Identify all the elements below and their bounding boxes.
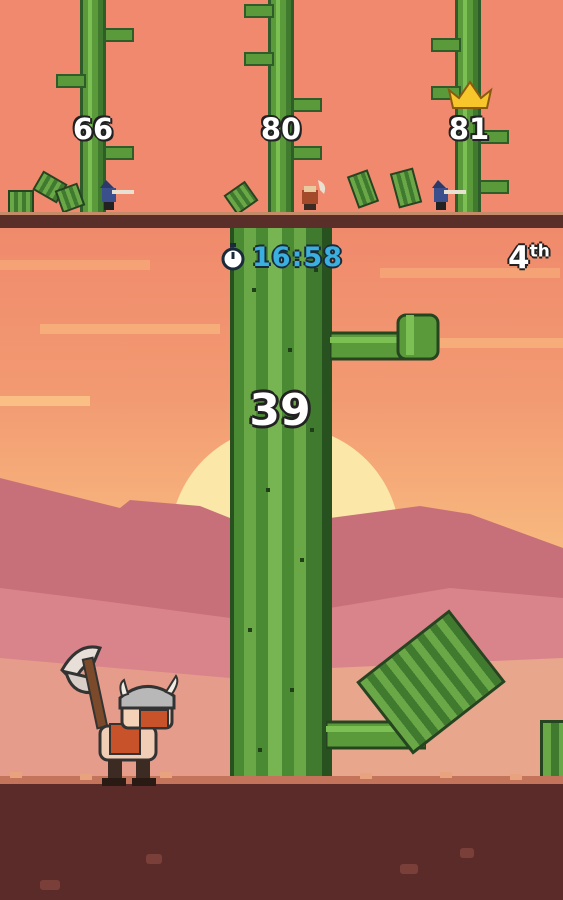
opponent-3-score: 81 bbox=[448, 112, 490, 146]
race-timer: 16:58 bbox=[220, 240, 343, 274]
cactus-chunk bbox=[346, 169, 380, 209]
opponent-2-branch bbox=[292, 98, 322, 112]
opponent-2-branch bbox=[292, 146, 322, 160]
sky-stripe bbox=[0, 260, 150, 270]
cactus-chunk bbox=[389, 167, 423, 209]
timer-value: 16:58 bbox=[252, 241, 343, 273]
cactus-chunk bbox=[223, 180, 259, 216]
crown-icon bbox=[447, 80, 493, 109]
player-rank: 4th bbox=[508, 240, 550, 276]
opponent-3-character bbox=[432, 180, 466, 210]
opponents-panel: 66 80 81 bbox=[0, 0, 563, 228]
opponent-1-character bbox=[100, 180, 134, 210]
opponent-3-branch bbox=[479, 180, 509, 194]
opponent-1-branch bbox=[56, 74, 86, 88]
rank-suffix: th bbox=[529, 241, 550, 262]
opponent-2-branch bbox=[244, 4, 274, 18]
cactus-chunk bbox=[8, 190, 34, 214]
opponent-2-cactus bbox=[268, 0, 294, 215]
opponent-3-branch bbox=[431, 38, 461, 52]
opponent-2-branch bbox=[244, 52, 274, 66]
opponent-1-branch bbox=[104, 28, 134, 42]
cactus-branch-top bbox=[330, 313, 440, 361]
rank-number: 4 bbox=[508, 240, 530, 276]
ground bbox=[0, 784, 563, 900]
main-game-scene[interactable] bbox=[0, 228, 563, 900]
sky-stripe bbox=[440, 338, 563, 348]
stopwatch-icon bbox=[221, 243, 245, 271]
sky-stripe bbox=[40, 324, 220, 334]
opponent-1-score: 66 bbox=[72, 112, 114, 146]
opponent-1-branch bbox=[104, 146, 134, 160]
main-cactus-trunk bbox=[230, 228, 332, 788]
opponent-2-character bbox=[302, 180, 326, 210]
opponent-2-score: 80 bbox=[260, 112, 302, 146]
panel-divider bbox=[0, 212, 563, 228]
sky-stripe bbox=[0, 396, 90, 406]
player-score: 39 bbox=[249, 385, 311, 436]
player-viking-character bbox=[60, 645, 179, 786]
